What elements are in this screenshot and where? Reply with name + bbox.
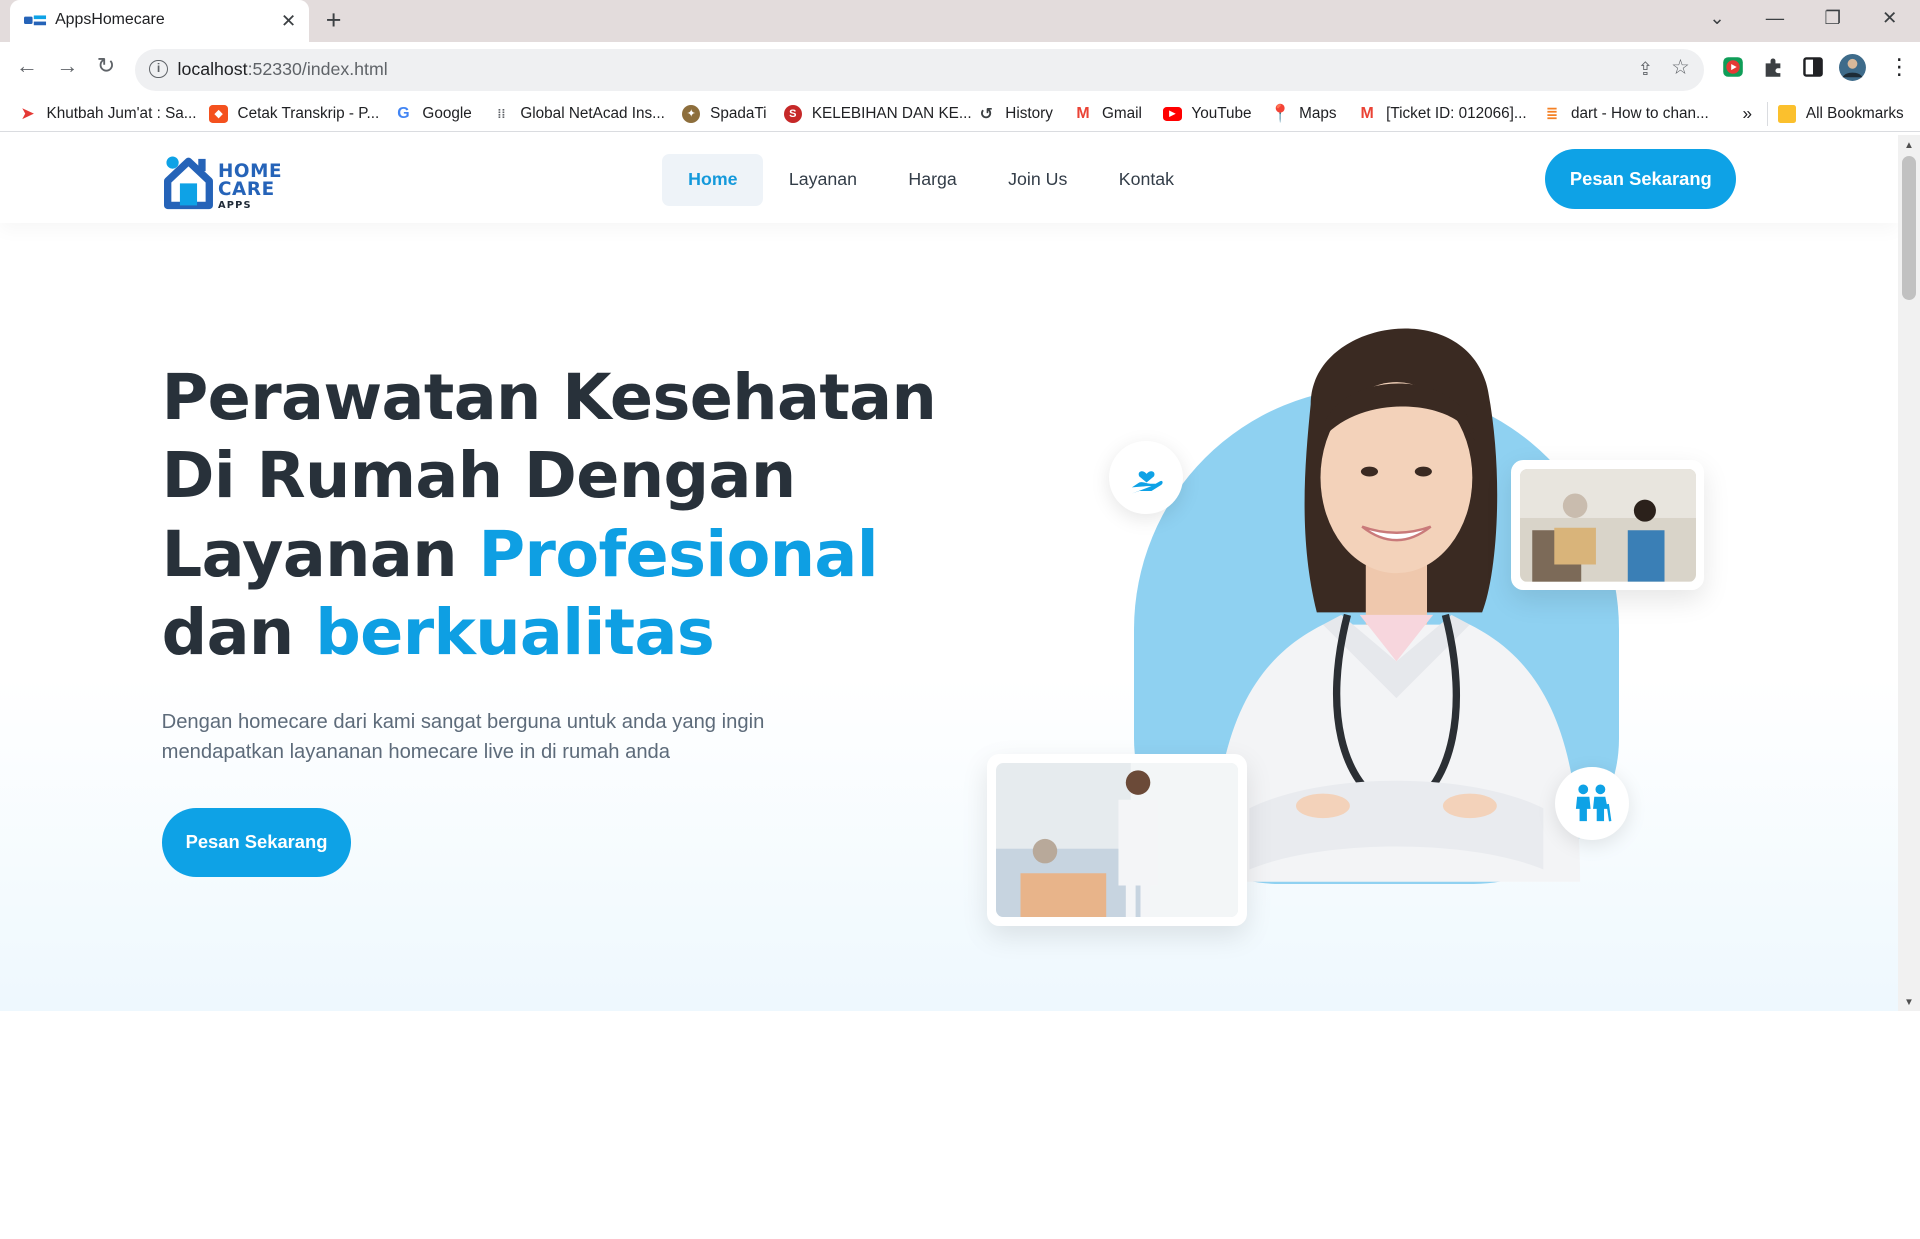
caregiver-badge <box>1555 766 1629 840</box>
header-order-button[interactable]: Pesan Sekarang <box>1545 149 1737 210</box>
tab-strip: AppsHomecare ✕ + ⌄ — ❐ ✕ <box>0 0 1920 42</box>
gmail-icon: M <box>1357 104 1377 124</box>
bookmark-star-icon[interactable]: ☆ <box>1671 55 1690 80</box>
bookmark-item[interactable]: ✦ SpadaTi <box>682 103 767 125</box>
all-bookmarks-folder[interactable]: All Bookmarks <box>1766 101 1904 127</box>
bookmark-item[interactable]: M [Ticket ID: 012066]... <box>1357 103 1527 125</box>
bookmark-item[interactable]: S KELEBIHAN DAN KE... <box>783 103 972 125</box>
share-icon[interactable]: ⇪ <box>1638 58 1653 80</box>
nav-home[interactable]: Home <box>662 154 764 206</box>
paper-plane-icon: ➤ <box>18 103 37 124</box>
extension-red-icon[interactable] <box>1722 56 1744 78</box>
hero-title-highlight-2: berkualitas <box>315 595 715 670</box>
bookmark-item[interactable]: G Google <box>394 103 472 125</box>
bookmark-item[interactable]: ➤ Khutbah Jum'at : Sa... <box>18 103 197 125</box>
hero-title-line-1: Perawatan Kesehatan <box>161 360 937 435</box>
bookmark-item[interactable]: ▶ YouTube <box>1163 103 1252 125</box>
site-info-icon[interactable]: i <box>149 59 168 79</box>
tab-favicon-icon <box>24 15 47 26</box>
new-tab-icon[interactable]: + <box>326 5 342 36</box>
browser-tab[interactable]: AppsHomecare ✕ <box>9 0 309 42</box>
s-logo-icon: S <box>783 104 803 124</box>
nav-layanan[interactable]: Layanan <box>763 154 883 205</box>
elderly-care-photo <box>1519 468 1696 582</box>
house-logo-icon <box>164 156 214 210</box>
url-text[interactable]: localhost:52330/index.html <box>178 59 388 80</box>
bookmark-item[interactable]: ◆ Cetak Transkrip - P... <box>209 103 379 125</box>
bookmark-item[interactable]: ⁞⁞ Global NetAcad Ins... <box>492 103 665 125</box>
history-icon: ↺ <box>977 104 996 124</box>
nav-join-us[interactable]: Join Us <box>982 154 1093 205</box>
stackoverflow-icon: ≣ <box>1542 104 1562 124</box>
nav-harga[interactable]: Harga <box>883 154 983 205</box>
logo-line-2: CARE <box>217 179 275 201</box>
profile-avatar[interactable] <box>1839 53 1867 81</box>
nurse-bedside-photo <box>995 762 1238 918</box>
page-scrollbar[interactable]: ▲ ▼ <box>1897 134 1920 1012</box>
photo-card-nurse-bedside <box>986 754 1247 926</box>
close-window-icon[interactable]: ✕ <box>1882 7 1897 29</box>
side-panel-icon[interactable] <box>1802 56 1824 78</box>
bookmark-item[interactable]: 📍 Maps <box>1269 103 1337 125</box>
scroll-up-icon[interactable]: ▲ <box>1904 140 1914 151</box>
gmail-icon: M <box>1073 104 1093 124</box>
site-header: HOME CARE APPS Home Layanan Harga Join U… <box>0 134 1898 223</box>
bookmark-item[interactable]: ≣ dart - How to chan... <box>1542 103 1709 125</box>
bookmark-item[interactable]: ↺ History <box>977 103 1053 125</box>
heart-hand-icon <box>1131 471 1163 494</box>
care-hand-badge <box>1109 440 1183 515</box>
reload-icon[interactable]: ↻ <box>97 53 115 79</box>
back-icon[interactable]: ← <box>16 53 38 79</box>
hero-description: Dengan homecare dari kami sangat berguna… <box>161 710 765 764</box>
logo-line-3: APPS <box>217 199 252 211</box>
hero-title-line-3a: Layanan <box>161 517 479 592</box>
scrollbar-thumb[interactable] <box>1901 155 1917 300</box>
photo-card-elderly-care <box>1511 460 1705 591</box>
google-icon: G <box>394 104 413 124</box>
folder-icon <box>1777 104 1797 124</box>
hero-title-line-4a: dan <box>161 595 316 670</box>
extensions-puzzle-icon[interactable] <box>1762 56 1784 78</box>
screen: AppsHomecare ✕ + ⌄ — ❐ ✕ ← → ↻ i localho… <box>0 0 1920 1012</box>
hero-order-button[interactable]: Pesan Sekarang <box>161 808 352 877</box>
maps-icon: 📍 <box>1269 103 1291 124</box>
main-nav: Home Layanan Harga Join Us Kontak <box>662 154 1200 206</box>
forward-icon[interactable]: → <box>56 53 78 79</box>
hero-title: Perawatan Kesehatan Di Rumah Dengan Laya… <box>162 359 946 673</box>
bookmark-item[interactable]: M Gmail <box>1073 103 1142 125</box>
tab-search-icon[interactable]: ⌄ <box>1709 7 1724 29</box>
url-host: localhost <box>177 58 248 79</box>
hero-illustration <box>980 279 1739 989</box>
cisco-icon: ⁞⁞ <box>492 104 511 124</box>
url-path: :52330/index.html <box>247 58 388 79</box>
more-bookmarks-button[interactable]: » <box>1742 103 1752 125</box>
hero-title-highlight-1: Profesional <box>478 517 879 592</box>
scroll-down-icon[interactable]: ▼ <box>1904 997 1914 1008</box>
tab-title: AppsHomecare <box>55 11 165 29</box>
logo-wordmark: HOME CARE APPS <box>217 162 282 211</box>
tab-close-icon[interactable]: ✕ <box>281 10 296 32</box>
menu-kebab-icon[interactable]: ⋮ <box>1888 54 1910 80</box>
site-logo[interactable]: HOME CARE APPS <box>164 154 286 211</box>
hero-title-line-2: Di Rumah Dengan <box>161 439 797 514</box>
nav-kontak[interactable]: Kontak <box>1093 154 1200 205</box>
bookmarks-bar: ➤ Khutbah Jum'at : Sa... ◆ Cetak Transkrip… <box>0 95 1920 133</box>
web-page: HOME CARE APPS Home Layanan Harga Join U… <box>0 134 1898 1012</box>
minimize-icon[interactable]: — <box>1766 7 1784 29</box>
orange-app-icon: ◆ <box>209 104 228 124</box>
restore-icon[interactable]: ❐ <box>1825 7 1841 29</box>
caregiver-elderly-icon <box>1575 784 1612 822</box>
spadati-icon: ✦ <box>682 104 701 124</box>
browser-toolbar: ← → ↻ i localhost:52330/index.html ⇪ ☆ ⋮ <box>0 41 1920 96</box>
youtube-icon: ▶ <box>1163 107 1182 121</box>
address-bar[interactable]: i localhost:52330/index.html ⇪ ☆ <box>134 48 1705 91</box>
